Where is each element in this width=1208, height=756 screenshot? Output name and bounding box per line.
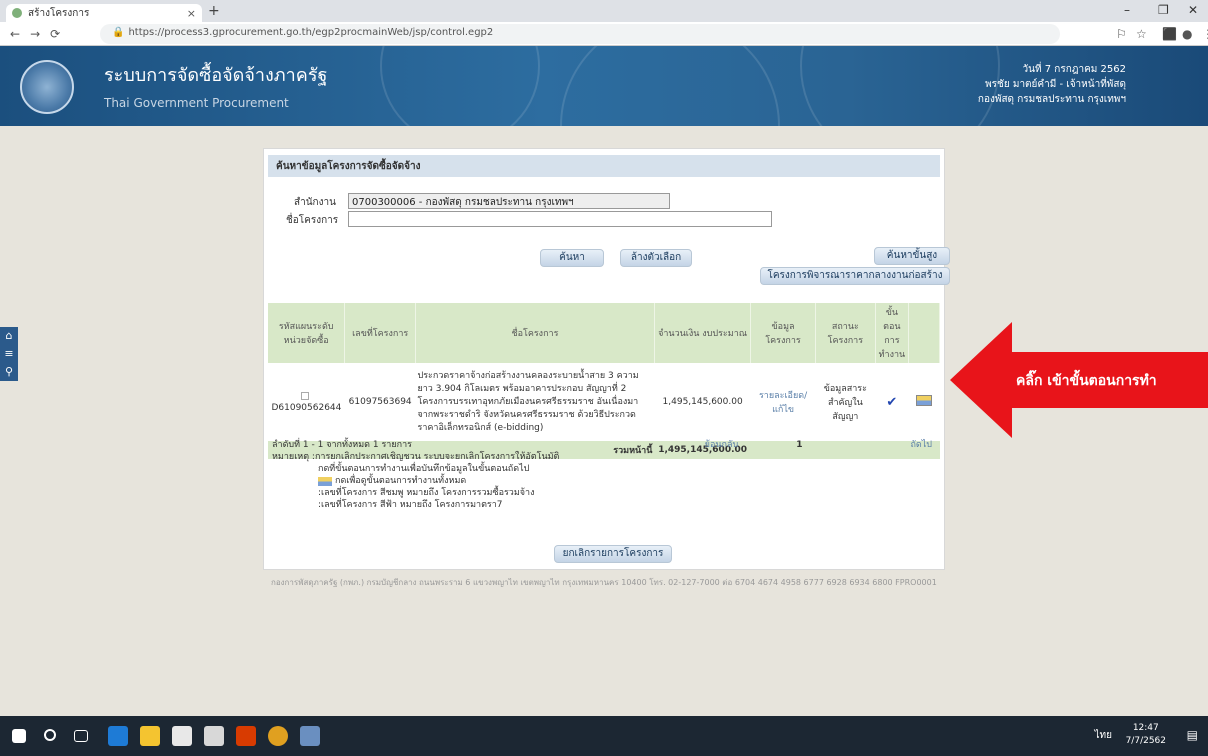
tab-close-icon[interactable]: × <box>187 7 196 20</box>
user-info: วันที่ 7 กรกฎาคม 2562 พรชัย มาตย์คำมี - … <box>978 62 1126 107</box>
windows-taskbar: ไทย 12:47 7/7/2562 ▤ <box>0 716 1208 756</box>
home-icon[interactable]: ⌂ <box>0 327 18 345</box>
edge-icon[interactable] <box>108 726 128 746</box>
project-no: 61097563694 <box>348 397 412 407</box>
clear-button[interactable]: ล้างตัวเลือก <box>620 249 692 267</box>
store-icon[interactable] <box>172 726 192 746</box>
notes-section: ลำดับที่ 1 - 1 จากทั้งหมด 1 รายการ ย้อนก… <box>272 439 940 511</box>
project-name: ประกวดราคาจ้างก่อสร้างงานคลองระบายน้ำสาย… <box>417 370 639 433</box>
menu-icon[interactable]: ⋮ <box>1202 27 1208 41</box>
mail-icon[interactable] <box>204 726 224 746</box>
site-subtitle: Thai Government Procurement <box>104 96 289 110</box>
col-project-name: ชื่อโครงการ <box>415 303 655 363</box>
maximize-icon[interactable]: ❐ <box>1158 3 1169 17</box>
site-title: ระบบการจัดซื้อจัดจ้างภาครัฐ <box>104 65 328 86</box>
row-checkbox[interactable] <box>301 391 310 400</box>
new-tab-icon[interactable]: + <box>208 3 220 19</box>
government-seal-icon <box>20 60 74 114</box>
all-steps-icon[interactable] <box>908 363 939 441</box>
note-line4: :เลขที่โครงการ สีชมพู หมายถึง โครงการรวม… <box>318 488 535 498</box>
forward-icon[interactable]: → <box>30 27 40 41</box>
user-name: พรชัย มาตย์คำมี - เจ้าหน้าที่พัสดุ <box>985 79 1126 90</box>
clock-date: 7/7/2562 <box>1125 736 1166 746</box>
note-line5: :เลขที่โครงการ สีฟ้า หมายถึง โครงการมาตร… <box>318 500 503 510</box>
url-input[interactable]: 🔒 https://process3.gprocurement.go.th/egp… <box>100 24 1060 44</box>
app-icon[interactable] <box>300 726 320 746</box>
project-info-link[interactable]: รายละเอียด/แก้ไข <box>751 363 815 441</box>
note-line1: หมายเหตุ :การยกเลิกประกาศเชิญชวน ระบบจะย… <box>272 452 560 462</box>
search-icon[interactable]: ⚲ <box>0 363 18 381</box>
file-explorer-icon[interactable] <box>140 726 160 746</box>
pager-prev[interactable]: ย้อนกลับ <box>705 439 739 451</box>
cancel-project-button[interactable]: ยกเลิกรายการโครงการ <box>554 545 672 563</box>
project-name-input[interactable] <box>348 211 772 227</box>
panel-heading: ค้นหาข้อมูลโครงการจัดซื้อจัดจ้าง <box>268 155 940 177</box>
table-row: D61090562644 61097563694 ประกวดราคาจ้างก… <box>268 363 940 441</box>
pager-page: 1 <box>796 440 803 450</box>
site-banner: ระบบการจัดซื้อจัดจ้างภาครัฐ Thai Governm… <box>0 46 1208 126</box>
note-line3: กดเพื่อดูขั้นตอนการทำงานทั้งหมด <box>335 476 467 486</box>
legend-steps-icon <box>318 476 332 486</box>
search-button[interactable]: ค้นหา <box>540 249 604 267</box>
advanced-search-button[interactable]: ค้นหาขั้นสูง <box>874 247 950 265</box>
col-amount: จำนวนเงิน งบประมาณ <box>654 303 752 363</box>
search-panel: ค้นหาข้อมูลโครงการจัดซื้อจัดจ้าง สำนักงา… <box>263 148 950 570</box>
price-consideration-button[interactable]: โครงการพิจารณาราคากลางงานก่อสร้าง <box>760 267 950 285</box>
favicon-icon <box>12 8 22 18</box>
close-window-icon[interactable]: ✕ <box>1188 3 1198 17</box>
annotation-arrow: คลิ๊ก เข้าขั้นตอนการทำ <box>950 322 1208 438</box>
bookmark-icon[interactable]: ☆ <box>1136 27 1147 41</box>
url-text: https://process3.gprocurement.go.th/egp2… <box>128 27 494 38</box>
system-clock[interactable]: 12:47 7/7/2562 <box>1126 722 1166 748</box>
page-footer: กองการพัสดุภาครัฐ (กพภ.) กรมบัญชีกลาง ถน… <box>271 578 937 587</box>
col-plan-id: รหัสแผนระดับ หน่วยจัดซื้อ <box>268 303 346 363</box>
lock-icon: 🔒 <box>112 27 125 38</box>
office-label: สำนักงาน <box>294 197 336 208</box>
project-name-label: ชื่อโครงการ <box>286 215 339 226</box>
office-field[interactable]: 0700300006 - กองพัสดุ กรมชลประทาน กรุงเท… <box>348 193 670 209</box>
search-taskbar-icon[interactable] <box>44 729 56 741</box>
project-status: ข้อมูลสาระสำคัญในสัญญา <box>823 384 867 422</box>
chrome-icon[interactable] <box>268 726 288 746</box>
task-view-icon[interactable] <box>74 730 88 742</box>
plan-id: D61090562644 <box>271 402 342 413</box>
browser-titlebar: สร้างโครงการ × + – ❐ ✕ <box>0 0 1208 22</box>
translate-icon[interactable]: ⚐ <box>1116 27 1127 41</box>
col-project-no: เลขที่โครงการ <box>344 303 416 363</box>
menu-list-icon[interactable]: ≡ <box>0 345 18 363</box>
user-agency: กองพัสดุ กรมชลประทาน กรุงเทพฯ <box>977 94 1126 105</box>
project-amount: 1,495,145,600.00 <box>662 397 743 407</box>
notification-icon[interactable]: ▤ <box>1187 728 1198 742</box>
tab-title: สร้างโครงการ <box>28 7 90 19</box>
current-date: วันที่ 7 กรกฎาคม 2562 <box>1022 64 1126 75</box>
extension-icon[interactable]: ⬛ <box>1162 27 1177 41</box>
address-bar: ← → ⟳ 🔒 https://process3.gprocurement.go.… <box>0 22 1208 46</box>
col-step: ขั้น ตอน การ ทำงาน <box>875 303 909 363</box>
pager-next[interactable]: ถัดไป <box>910 439 932 451</box>
windows-start-icon[interactable] <box>12 729 26 743</box>
note-line2: กดที่ขั้นตอนการทำงานเพื่อบันทึกข้อมูลในข… <box>318 464 530 474</box>
side-toolbar: ⌂ ≡ ⚲ <box>0 327 18 381</box>
clock-time: 12:47 <box>1132 723 1159 733</box>
minimize-icon[interactable]: – <box>1124 3 1130 17</box>
pager-summary: ลำดับที่ 1 - 1 จากทั้งหมด 1 รายการ <box>272 440 412 450</box>
back-icon[interactable]: ← <box>10 27 20 41</box>
reload-icon[interactable]: ⟳ <box>50 27 60 41</box>
pdf-icon[interactable] <box>236 726 256 746</box>
input-language[interactable]: ไทย <box>1095 728 1112 743</box>
table-header-row: รหัสแผนระดับ หน่วยจัดซื้อ เลขที่โครงการ … <box>268 303 941 363</box>
profile-icon[interactable]: ● <box>1182 27 1192 41</box>
browser-tab[interactable]: สร้างโครงการ × <box>6 4 202 22</box>
step-check-icon[interactable]: ✔ <box>875 363 908 441</box>
col-status: สถานะ โครงการ <box>815 303 876 363</box>
project-table: รหัสแผนระดับ หน่วยจัดซื้อ เลขที่โครงการ … <box>268 303 941 459</box>
col-info: ข้อมูล โครงการ <box>750 303 816 363</box>
